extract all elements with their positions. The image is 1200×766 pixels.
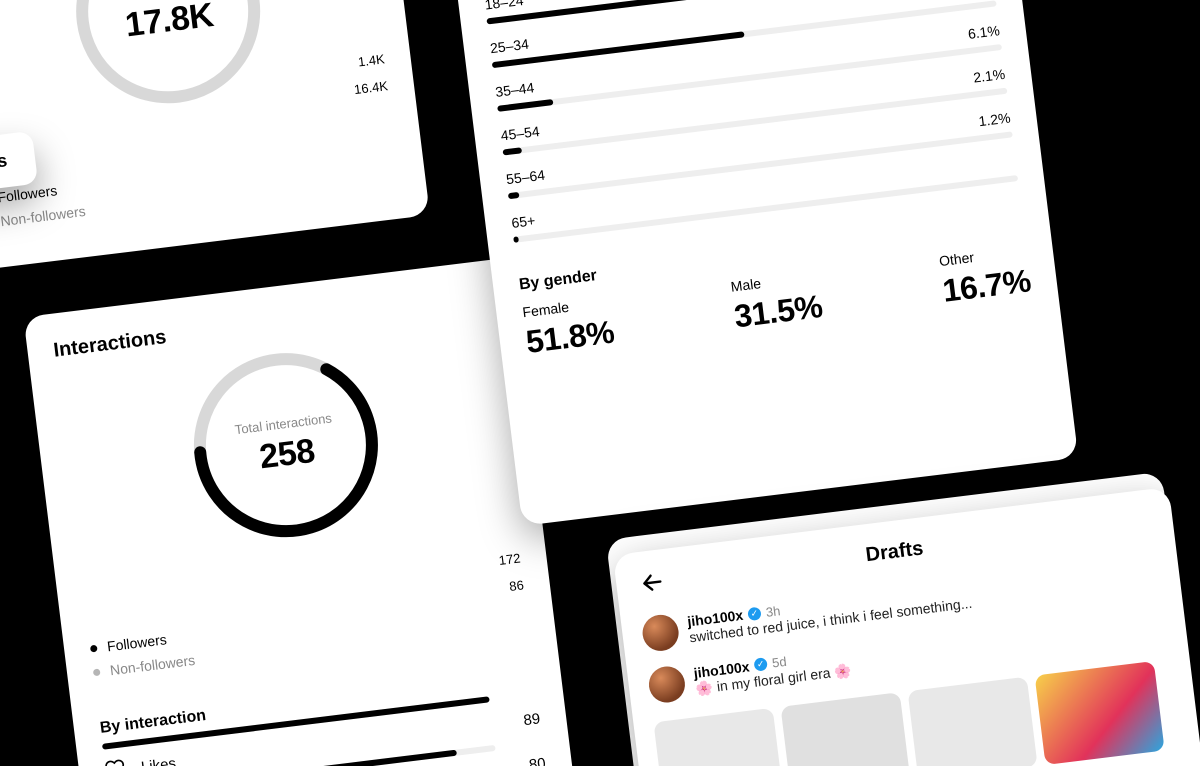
gender-stat: Male 31.5% — [730, 268, 825, 335]
draft-thumbnail[interactable] — [1035, 661, 1165, 765]
interactions-donut: Total interactions 258 — [174, 334, 397, 557]
views-followers-count: 1.4K — [350, 49, 386, 74]
views-center-value: 17.8K — [123, 0, 215, 45]
interaction-value: 80 — [528, 755, 547, 766]
age-percent: 6.1% — [967, 22, 1001, 42]
views-breakdown-values: 1.4K 16.4K — [350, 49, 390, 100]
interactions-center-label: Total interactions — [234, 410, 333, 437]
dot-icon — [93, 668, 101, 676]
gender-stat: Female 51.8% — [522, 294, 617, 361]
avatar — [641, 613, 681, 653]
interactions-followers-count: 172 — [498, 548, 522, 571]
age-label: 25–34 — [489, 36, 530, 57]
age-label: 18–24 — [484, 0, 525, 13]
heart-icon — [104, 757, 129, 766]
back-button[interactable] — [639, 569, 666, 600]
age-percent: 1.2% — [978, 109, 1012, 129]
draft-time: 3h — [765, 603, 781, 620]
drafts-title: Drafts — [864, 537, 924, 567]
age-label: 65+ — [511, 212, 537, 231]
views-donut: Total views 17.8K — [57, 0, 280, 123]
draft-thumbnail[interactable] — [908, 677, 1038, 766]
legend-nonfollowers-label: Non-followers — [0, 203, 86, 229]
dot-icon — [90, 644, 98, 652]
draft-thumbnail[interactable] — [653, 708, 783, 766]
interactions-breakdown-values: 172 86 — [498, 548, 525, 598]
gender-value: 51.8% — [524, 314, 616, 361]
verified-badge-icon: ✓ — [747, 606, 761, 620]
legend-followers-label: Followers — [106, 631, 167, 654]
draft-thumbnail[interactable] — [780, 692, 910, 766]
legend-nonfollowers-label: Non-followers — [109, 652, 196, 678]
draft-time: 5d — [771, 654, 787, 671]
interaction-label: Likes — [140, 755, 177, 766]
gender-stat: Other 16.7% — [938, 242, 1033, 309]
arrow-left-icon — [639, 569, 666, 596]
gender-value: 16.7% — [941, 262, 1033, 309]
views-nonfollowers-count: 16.4K — [353, 76, 389, 101]
demographics-card: By age All Female Male 13–17 9.2% 18–24 … — [440, 0, 1079, 526]
interactions-nonfollowers-count: 86 — [501, 575, 525, 598]
age-percent: 2.1% — [972, 66, 1006, 86]
age-label: 55–64 — [505, 167, 546, 188]
avatar — [647, 664, 687, 704]
interaction-value: 89 — [523, 710, 542, 729]
interactions-center-value: 258 — [257, 432, 317, 477]
verified-badge-icon: ✓ — [753, 657, 767, 671]
age-label: 35–44 — [494, 79, 535, 100]
views-card: Total views 17.8K 1.4K 16.4K Followers N… — [0, 0, 430, 272]
age-label: 45–54 — [500, 123, 541, 144]
gender-value: 31.5% — [732, 288, 824, 335]
